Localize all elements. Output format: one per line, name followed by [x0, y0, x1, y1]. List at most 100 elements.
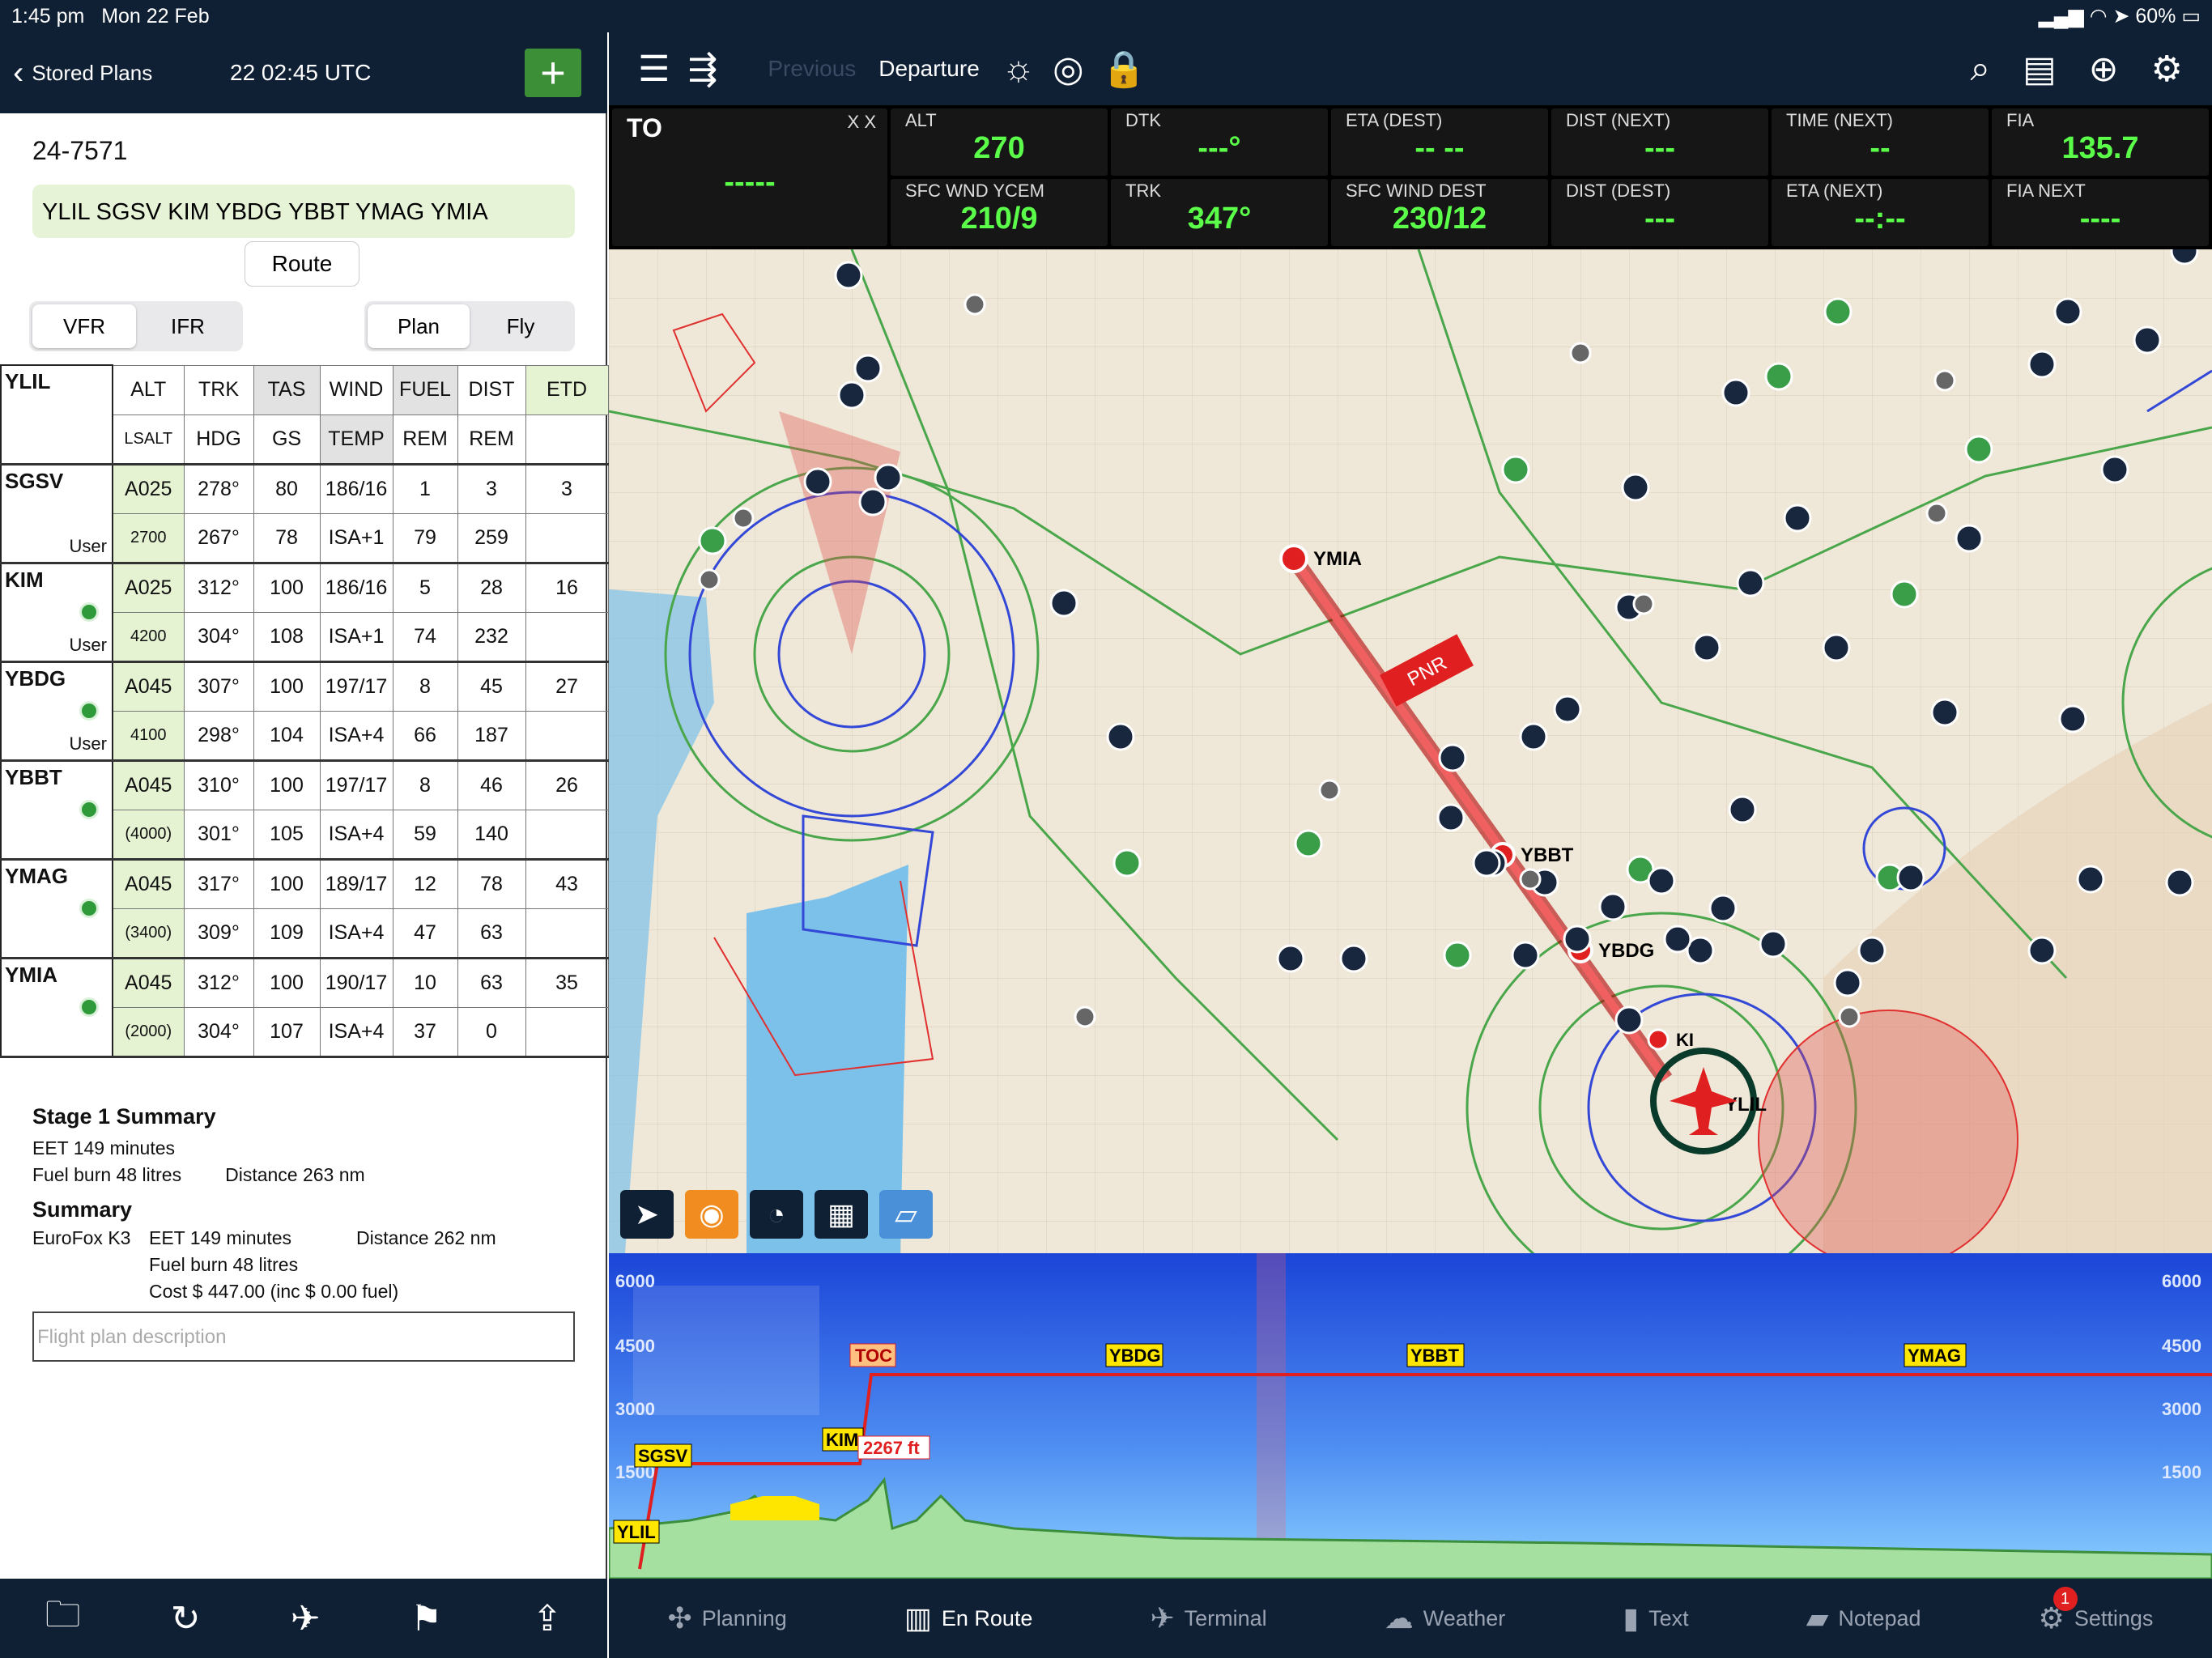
user-tag: User: [69, 634, 107, 655]
airport-marker-icon: [1896, 863, 1925, 892]
locate-icon[interactable]: ➤: [620, 1190, 674, 1239]
col-hdg: HDG: [183, 414, 254, 466]
tab-fly[interactable]: Fly: [470, 304, 572, 348]
temp-cell: ISA+4: [319, 1006, 393, 1058]
instrument-cell[interactable]: DIST (NEXT) ---: [1551, 108, 1768, 176]
aeronautical-map[interactable]: YMIA YBBT YBDG KI YLIL PNR ➤ ◉ ◔ ▦ ▱: [609, 249, 2212, 1253]
instrument-label: DIST (DEST): [1566, 181, 1671, 201]
airport-marker-icon: [1955, 524, 1984, 553]
plan-id: 24-7571: [32, 136, 128, 165]
add-plan-button[interactable]: +: [525, 49, 581, 97]
instrument-cell[interactable]: FIA NEXT ----: [1992, 179, 2209, 246]
instrument-cell[interactable]: ALT 270: [891, 108, 1108, 176]
flag-icon[interactable]: ⚑: [410, 1598, 442, 1639]
waypoint-ymia[interactable]: YMIA: [1279, 544, 1362, 573]
profile-wp-ylil: YLIL: [613, 1520, 660, 1544]
dist-cell: 78: [457, 858, 526, 909]
reporting-point-icon: [1569, 342, 1592, 364]
airport-marker-icon: [1759, 929, 1788, 959]
gear-icon[interactable]: ⚙: [2151, 49, 2183, 90]
instrument-label: ETA (NEXT): [1786, 181, 1883, 201]
reporting-point-icon: [1074, 1005, 1096, 1028]
blank-cell: [525, 710, 609, 762]
radar-icon[interactable]: ⊕: [2089, 49, 2119, 90]
previous-button[interactable]: Previous: [768, 56, 856, 82]
tab-ifr[interactable]: IFR: [136, 304, 240, 348]
compass-icon[interactable]: ◉: [685, 1190, 738, 1239]
tab-en-route[interactable]: ▥ En Route: [904, 1601, 1033, 1635]
lock-icon[interactable]: 🔒: [1102, 48, 1146, 90]
description-field[interactable]: Flight plan description: [32, 1312, 575, 1362]
hdg-cell: 309°: [183, 908, 254, 959]
instrument-cell[interactable]: DIST (DEST) ---: [1551, 179, 1768, 246]
gauge-icon[interactable]: ◔: [750, 1190, 803, 1239]
alt-cell: A045: [112, 957, 185, 1008]
airport-marker-icon: [874, 463, 903, 492]
route-field[interactable]: YLIL SGSV KIM YBDG YBBT YMAG YMIA: [32, 185, 575, 238]
svg-text:KIM: KIM: [826, 1430, 858, 1450]
xx-label: X X: [847, 112, 876, 132]
instrument-value: ---°: [1197, 131, 1241, 165]
svg-text:TOC: TOC: [855, 1346, 892, 1366]
route-button[interactable]: Route: [245, 241, 359, 287]
waypoint-cell[interactable]: SGSV User: [0, 463, 113, 564]
trk-cell: 312°: [183, 957, 254, 1008]
planning-icon: ✣: [667, 1601, 692, 1635]
back-button[interactable]: ‹ Stored Plans: [13, 55, 152, 91]
alt-cell: A045: [112, 858, 185, 909]
tab-settings[interactable]: ⚙ 1 Settings: [2039, 1587, 2153, 1635]
col-gs: GS: [253, 414, 321, 466]
tab-planning[interactable]: ✣ Planning: [668, 1601, 787, 1635]
instrument-label: FIA: [2006, 110, 2035, 130]
lifebuoy-icon[interactable]: ◎: [1053, 49, 1083, 90]
tab-weather[interactable]: ☁ Weather: [1385, 1601, 1506, 1635]
layers-icon[interactable]: ▤: [2023, 49, 2057, 90]
alt-cell: A025: [112, 463, 185, 514]
tab-text[interactable]: ▮ Text: [1623, 1601, 1688, 1635]
waypoint-cell[interactable]: YBDG User: [0, 661, 113, 762]
col-alt: ALT: [112, 364, 185, 415]
waypoint-cell[interactable]: KIM User: [0, 562, 113, 663]
waypoint-cell[interactable]: YMIA: [0, 957, 113, 1058]
airport-marker-icon: [1294, 829, 1323, 858]
tab-terminal[interactable]: ✈ Terminal: [1150, 1601, 1266, 1635]
brightness-icon[interactable]: ☼: [1002, 49, 1035, 89]
svg-text:YMIA: YMIA: [1313, 548, 1362, 570]
waypoint-cell[interactable]: YMAG: [0, 858, 113, 959]
panel-icon[interactable]: ▦: [815, 1190, 868, 1239]
instrument-cell[interactable]: TRK 347°: [1111, 179, 1328, 246]
temp-cell: ISA+1: [319, 611, 393, 663]
airport-marker-icon: [1890, 580, 1919, 609]
airplane-icon[interactable]: ✈: [291, 1598, 321, 1639]
tas-cell: 100: [253, 562, 321, 613]
airport-marker-icon: [1823, 297, 1853, 326]
instrument-cell[interactable]: TIME (NEXT) --: [1772, 108, 1989, 176]
departure-title[interactable]: Departure: [878, 56, 980, 82]
instrument-cell[interactable]: ETA (DEST) -- --: [1331, 108, 1548, 176]
share-icon[interactable]: ⇪: [532, 1598, 562, 1639]
reporting-point-icon: [1925, 502, 1948, 525]
instrument-cell[interactable]: FIA 135.7: [1992, 108, 2209, 176]
instrument-cell[interactable]: DTK ---°: [1111, 108, 1328, 176]
list-icon[interactable]: ☰: [638, 49, 670, 90]
instrument-cell[interactable]: SFC WND YCEM 210/9: [891, 179, 1108, 246]
alt-cell: A045: [112, 661, 185, 712]
instrument-cell[interactable]: ETA (NEXT) --:--: [1772, 179, 1989, 246]
refresh-icon[interactable]: ↻: [171, 1598, 201, 1639]
tab-vfr[interactable]: VFR: [32, 304, 136, 348]
search-icon[interactable]: ⌕: [1970, 49, 1990, 89]
tab-plan[interactable]: Plan: [368, 304, 470, 348]
tab-notepad[interactable]: ▰ Notepad: [1806, 1601, 1921, 1635]
route-icon[interactable]: ⇶: [687, 49, 717, 90]
instrument-value: --:--: [1854, 202, 1906, 236]
map-canvas: YMIA YBBT YBDG KI YLIL PNR: [609, 249, 2212, 1253]
instrument-cell[interactable]: SFC WIND DEST 230/12: [1331, 179, 1548, 246]
instrument-value: ---: [1644, 131, 1675, 165]
folder-icon[interactable]: 🗀: [45, 1588, 81, 1649]
profile-icon[interactable]: ▱: [879, 1190, 933, 1239]
temp-cell: ISA+4: [319, 710, 393, 762]
waypoint-name: YMIA: [5, 962, 57, 987]
map-panel: ☰ ⇶ Previous Departure ☼ ◎ 🔒 ⌕ ▤ ⊕ ⚙ TO …: [609, 0, 2212, 1658]
waypoint-cell[interactable]: YBBT: [0, 759, 113, 861]
airport-marker-icon: [1663, 925, 1692, 954]
